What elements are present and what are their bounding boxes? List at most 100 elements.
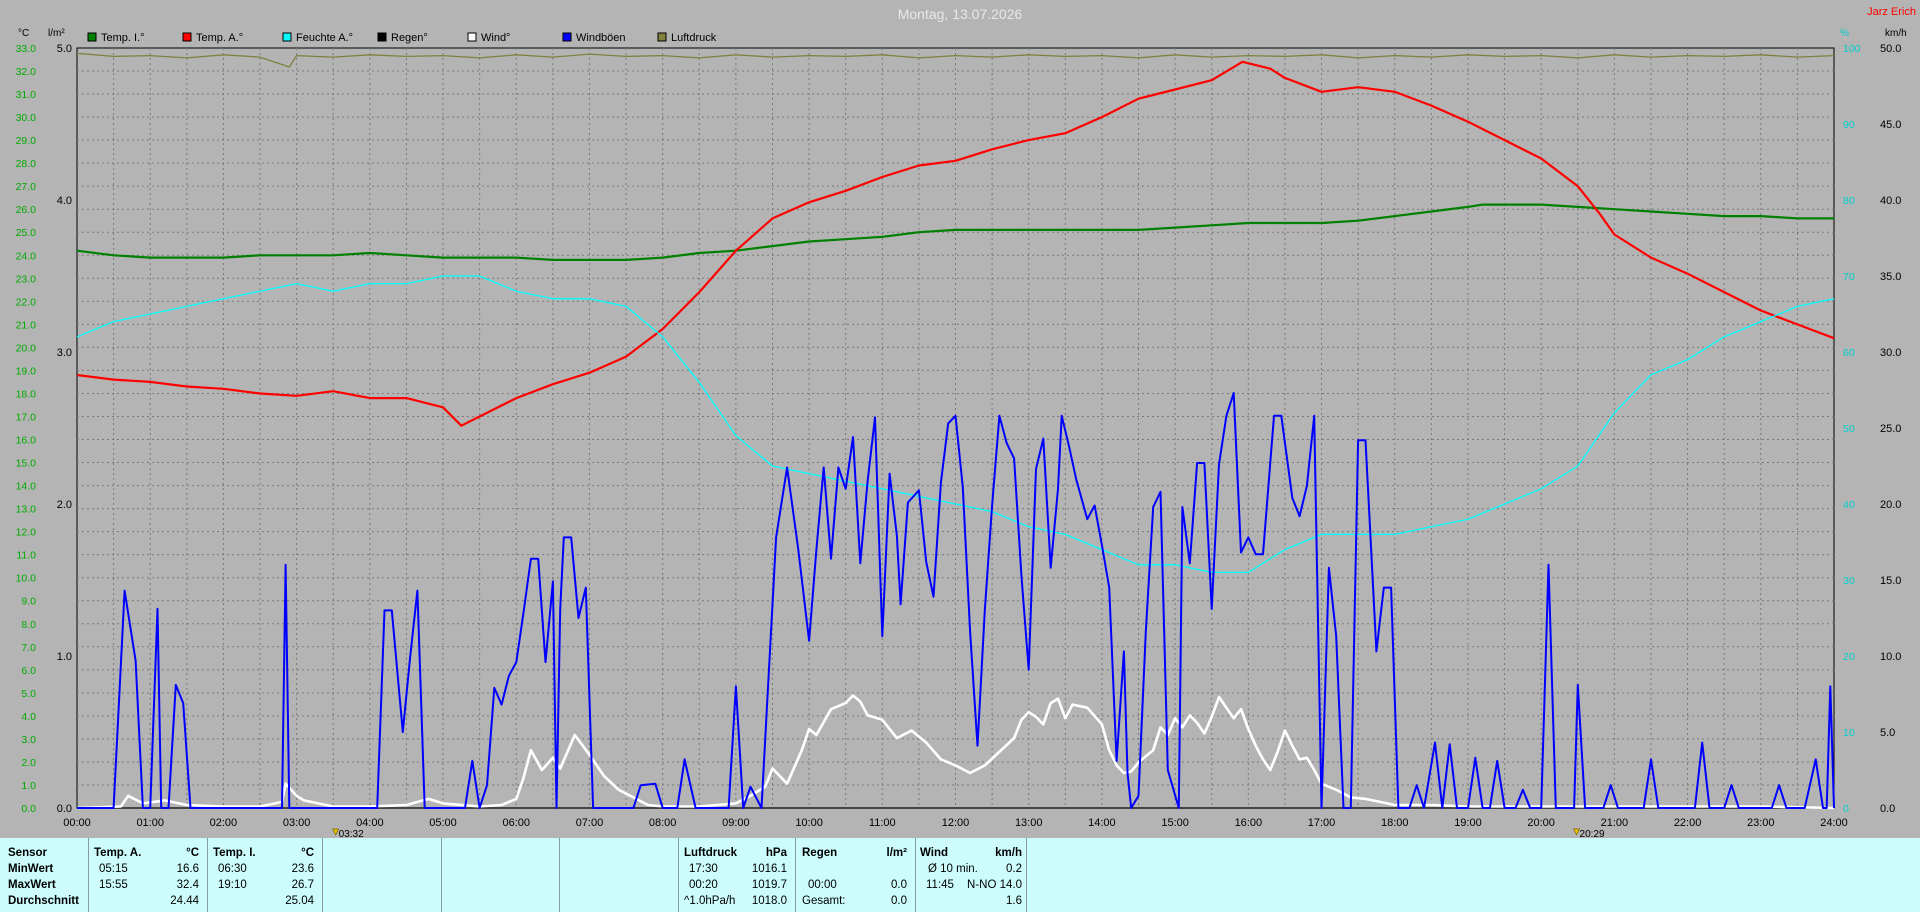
pressure-trend-label: ^1.0hPa/h <box>684 895 736 907</box>
rain-header: Regen <box>802 847 838 859</box>
summary-table: Sensor MinWert MaxWert Durchschnitt Temp… <box>0 838 1920 912</box>
legend-label: Temp. A.° <box>196 32 243 44</box>
rain-tick-label: 2.0 <box>57 499 72 511</box>
wind-avg10-label: Ø 10 min. <box>928 863 978 875</box>
temp-tick-label: 3.0 <box>21 734 36 746</box>
legend-swatch <box>182 32 192 42</box>
temp-tick-label: 15.0 <box>16 458 37 470</box>
rain-total-label: Gesamt: <box>802 895 846 907</box>
rain-time: 00:00 <box>808 879 837 891</box>
wind-tick-label: 10.0 <box>1880 651 1901 663</box>
summary-rain-col: Regen l/m² 00:00 0.0 Gesamt: 0.0 <box>796 838 916 912</box>
summary-empty-col-2 <box>442 838 560 912</box>
rain-val: 0.0 <box>891 879 907 891</box>
wind-axis-unit: km/h <box>1885 28 1907 39</box>
humidity-tick-label: 100 <box>1843 43 1861 55</box>
temp-tick-label: 23.0 <box>16 273 37 285</box>
rain-tick-label: 1.0 <box>57 651 72 663</box>
temp-tick-label: 17.0 <box>16 411 37 423</box>
legend-label: Windböen <box>576 32 626 44</box>
chart-grid <box>76 47 1835 809</box>
temp-tick-label: 18.0 <box>16 388 37 400</box>
pressure-header: Luftdruck <box>684 847 738 859</box>
pressure-max-val: 1019.7 <box>751 879 787 891</box>
rain-total-val: 0.0 <box>891 895 907 907</box>
wind-tick-label: 15.0 <box>1880 575 1901 587</box>
rain-axis-unit: l/m² <box>48 28 65 39</box>
temp-tick-label: 13.0 <box>16 504 37 516</box>
wind-avg10-val: 0.2 <box>1006 863 1022 875</box>
sunset-label: 20:29 <box>1580 829 1605 838</box>
x-tick-label: 09:00 <box>722 817 750 829</box>
temp-tick-label: 32.0 <box>16 66 37 78</box>
temp-tick-label: 9.0 <box>21 596 36 608</box>
summary-pressure-col: Luftdruck hPa 17:30 1016.1 00:20 1019.7 … <box>679 838 796 912</box>
temp-tick-label: 27.0 <box>16 181 37 193</box>
temp-tick-label: 22.0 <box>16 296 37 308</box>
weather-chart: 00:00 01:00 02:00 03:00 04:00 05:00 06:00 07:00… <box>16 6 1916 838</box>
legend-label: Temp. I.° <box>101 32 145 44</box>
temp-tick-label: 19.0 <box>16 365 37 377</box>
temp-tick-label: 21.0 <box>16 319 37 331</box>
author-label: Jarz Erich <box>1867 6 1916 18</box>
humidity-tick-label: 70 <box>1843 271 1855 283</box>
humidity-tick-label: 40 <box>1843 499 1855 511</box>
x-tick-label: 10:00 <box>795 817 823 829</box>
legend-swatch <box>377 32 387 42</box>
temp-tick-label: 30.0 <box>16 112 37 124</box>
x-tick-label: 02:00 <box>210 817 238 829</box>
pressure-max-time: 00:20 <box>689 879 718 891</box>
summary-wind-col: Wind km/h Ø 10 min. 0.2 11:45 N-NO 14.0 … <box>916 838 1027 912</box>
x-tick-label: 16:00 <box>1235 817 1263 829</box>
temp-a-unit: °C <box>186 847 199 859</box>
temp-tick-label: 29.0 <box>16 135 37 147</box>
x-tick-label: 23:00 <box>1747 817 1775 829</box>
wind-tick-label: 0.0 <box>1880 803 1895 815</box>
temp-tick-label: 8.0 <box>21 619 36 631</box>
temp-i-min-time: 06:30 <box>218 863 247 875</box>
summary-temp-a-col: Temp. A. °C 05:15 16.6 15:55 32.4 24.44 <box>89 838 208 912</box>
summary-labels-col: Sensor MinWert MaxWert Durchschnitt <box>0 838 89 912</box>
chart-title: Montag, 13.07.2026 <box>898 6 1023 22</box>
summary-temp-i-col: Temp. I. °C 06:30 23.6 19:10 26.7 25.04 <box>208 838 323 912</box>
wind-max-time: 11:45 <box>926 879 954 891</box>
temp-tick-label: 25.0 <box>16 227 37 239</box>
legend-swatch <box>87 32 97 42</box>
humidity-axis-unit: % <box>1840 28 1849 39</box>
temp-tick-label: 33.0 <box>16 43 37 55</box>
humidity-tick-label: 80 <box>1843 195 1855 207</box>
row-label-sensor: Sensor <box>8 847 47 859</box>
temp-i-max-time: 19:10 <box>218 879 247 891</box>
x-tick-label: 19:00 <box>1454 817 1482 829</box>
x-tick-label: 20:00 <box>1527 817 1555 829</box>
x-tick-label: 06:00 <box>502 817 530 829</box>
humidity-tick-label: 10 <box>1843 727 1855 739</box>
temp-a-avg: 24.44 <box>170 895 199 907</box>
temp-tick-label: 0.0 <box>21 803 36 815</box>
legend-swatch <box>467 32 477 42</box>
wind-tick-label: 20.0 <box>1880 499 1901 511</box>
rain-tick-label: 0.0 <box>57 803 72 815</box>
x-tick-label: 03:00 <box>283 817 311 829</box>
temp-a-min-time: 05:15 <box>99 863 128 875</box>
pressure-min-time: 17:30 <box>689 863 718 875</box>
summary-empty-col-3 <box>560 838 679 912</box>
pressure-min-val: 1016.1 <box>751 863 787 875</box>
rain-tick-label: 4.0 <box>57 195 72 207</box>
wind-header: Wind <box>920 847 948 859</box>
temp-axis-unit: °C <box>18 28 29 39</box>
temp-tick-label: 6.0 <box>21 665 36 677</box>
pressure-trend-val: 1018.0 <box>751 895 787 907</box>
x-tick-label: 08:00 <box>649 817 677 829</box>
sun-markers: 03:32 20:29 <box>332 828 1605 838</box>
rain-tick-label: 5.0 <box>57 43 72 55</box>
humidity-tick-label: 0 <box>1843 803 1849 815</box>
temp-tick-label: 24.0 <box>16 250 37 262</box>
temp-a-max-time: 15:55 <box>99 879 128 891</box>
pressure-unit: hPa <box>765 847 787 859</box>
humidity-tick-label: 20 <box>1843 651 1855 663</box>
wind-max-dir-val: N-NO 14.0 <box>967 879 1022 891</box>
wind-avg: 1.6 <box>1006 895 1022 907</box>
x-tick-label: 07:00 <box>576 817 604 829</box>
legend-label: Wind° <box>481 32 510 44</box>
